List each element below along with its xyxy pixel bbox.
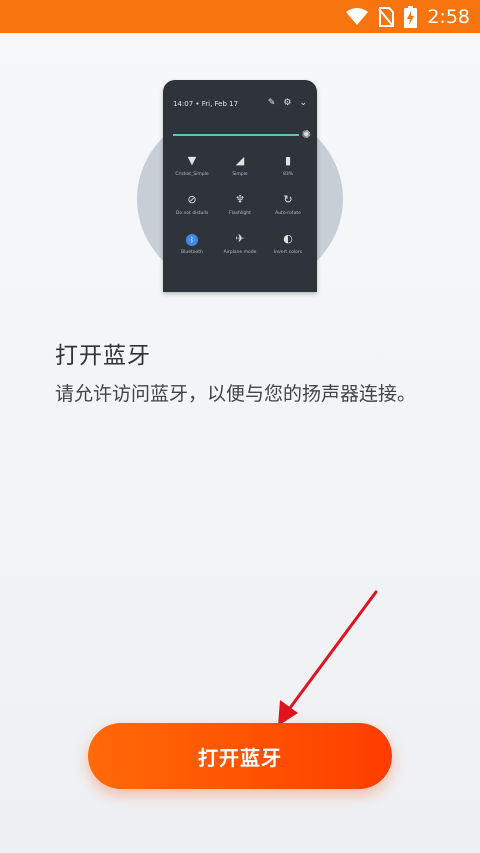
signal-icon: ◢ [235,154,245,167]
tile-bluetooth: ᛒ Bluetooth [181,234,203,255]
gear-icon: ⚙ [283,98,292,108]
chevron-down-icon: ⌄ [299,98,307,108]
phone-mockup: 14:07 • Fri, Feb 17 ✎ ⚙ ⌄ ✺ ▼ Cricket_Si… [163,80,317,292]
wifi-icon: ▼ [187,154,197,167]
tile-wifi: ▼ Cricket_Simple [169,154,215,177]
no-sim-icon [378,6,395,27]
quick-settings-grid: ▼ Cricket_Simple ◢ Simple ▮ 83% ⊘ Do not… [169,154,311,271]
wifi-icon [346,7,369,26]
airplane-icon: ✈ [235,232,245,245]
tile-rotate: ↻ Auto-rotate [265,193,311,216]
status-bar: 2:58 [0,0,480,33]
battery-charging-icon [404,5,418,28]
brightness-slider [173,134,299,136]
flashlight-icon: ♆ [235,193,245,206]
tile-airplane: ✈ Airplane mode [217,232,263,255]
invert-colors-icon: ◐ [283,232,293,245]
tile-battery: ▮ 83% [265,154,311,177]
page-description: 请允许访问蓝牙，以便与您的扬声器连接。 [55,383,417,405]
tile-signal: ◢ Simple [217,154,263,177]
edit-icon: ✎ [267,98,276,108]
phone-date: 14:07 • Fri, Feb 17 [173,100,239,108]
tile-dnd: ⊘ Do not disturb [169,193,215,216]
do-not-disturb-icon: ⊘ [187,193,197,206]
status-time: 2:58 [427,5,470,28]
auto-rotate-icon: ↻ [283,193,293,206]
page-title: 打开蓝牙 [55,343,151,369]
tile-flashlight: ♆ Flashlight [217,193,263,216]
bluetooth-icon: ᛒ [186,234,198,246]
battery-icon: ▮ [284,154,292,167]
open-bluetooth-button[interactable]: 打开蓝牙 [88,723,392,789]
bluetooth-illustration: 14:07 • Fri, Feb 17 ✎ ⚙ ⌄ ✺ ▼ Cricket_Si… [135,80,345,292]
tile-invert: ◐ Invert colors [265,232,311,255]
brightness-icon: ✺ [301,128,311,141]
